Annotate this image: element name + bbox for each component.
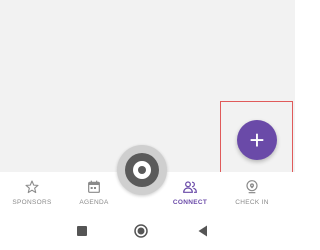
location-pin-icon	[246, 180, 258, 194]
system-navigation-bar	[0, 212, 295, 250]
nav-label-sponsors: SPONSORS	[12, 199, 52, 206]
nav-item-agenda[interactable]: AGENDA	[64, 172, 124, 212]
camera-icon	[138, 166, 146, 174]
nav-item-connect[interactable]: CONNECT	[160, 172, 220, 212]
nav-item-sponsors[interactable]: SPONSORS	[2, 172, 62, 212]
home-icon	[134, 224, 148, 238]
center-camera-button[interactable]	[117, 145, 167, 195]
nav-label-connect: CONNECT	[172, 199, 208, 206]
star-icon	[25, 180, 39, 194]
back-button[interactable]	[196, 224, 210, 238]
nav-label-check-in: CHECK IN	[235, 199, 269, 206]
back-icon	[198, 225, 207, 237]
recents-icon	[77, 226, 87, 236]
nav-label-agenda: AGENDA	[79, 199, 109, 206]
people-icon	[183, 181, 197, 193]
recents-button[interactable]	[75, 224, 89, 238]
home-button[interactable]	[134, 224, 148, 238]
calendar-icon	[88, 180, 100, 193]
add-button[interactable]: +	[237, 120, 277, 160]
nav-item-check-in[interactable]: CHECK IN	[222, 172, 282, 212]
